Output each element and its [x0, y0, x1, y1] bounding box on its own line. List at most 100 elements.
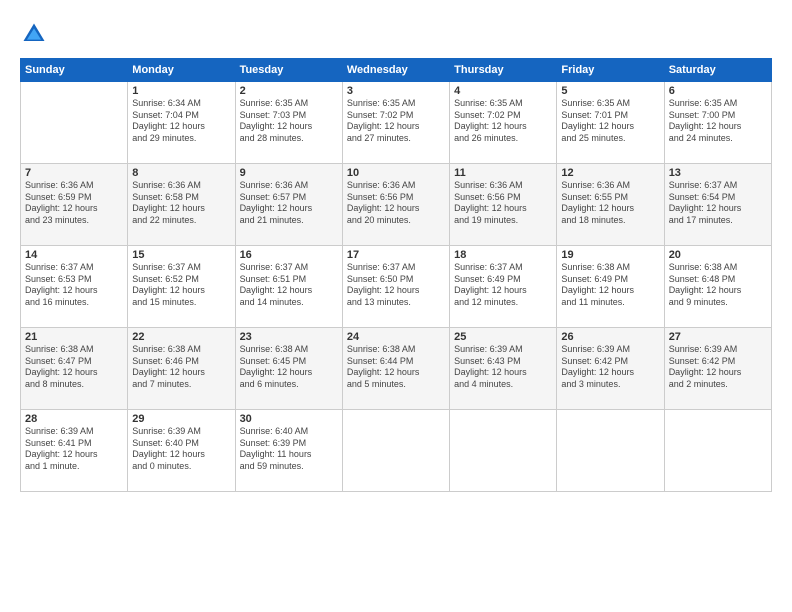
day-header-saturday: Saturday — [664, 59, 771, 82]
day-info: Sunrise: 6:36 AM Sunset: 6:55 PM Dayligh… — [561, 180, 659, 227]
calendar-cell: 28Sunrise: 6:39 AM Sunset: 6:41 PM Dayli… — [21, 410, 128, 492]
day-number: 18 — [454, 249, 552, 261]
day-info: Sunrise: 6:36 AM Sunset: 6:59 PM Dayligh… — [25, 180, 123, 227]
day-number: 9 — [240, 167, 338, 179]
page: SundayMondayTuesdayWednesdayThursdayFrid… — [0, 0, 792, 612]
day-number: 13 — [669, 167, 767, 179]
calendar-cell: 2Sunrise: 6:35 AM Sunset: 7:03 PM Daylig… — [235, 82, 342, 164]
calendar-cell: 22Sunrise: 6:38 AM Sunset: 6:46 PM Dayli… — [128, 328, 235, 410]
calendar-cell: 20Sunrise: 6:38 AM Sunset: 6:48 PM Dayli… — [664, 246, 771, 328]
day-info: Sunrise: 6:39 AM Sunset: 6:40 PM Dayligh… — [132, 426, 230, 473]
calendar-cell: 24Sunrise: 6:38 AM Sunset: 6:44 PM Dayli… — [342, 328, 449, 410]
day-info: Sunrise: 6:38 AM Sunset: 6:48 PM Dayligh… — [669, 262, 767, 309]
day-header-wednesday: Wednesday — [342, 59, 449, 82]
calendar-cell: 1Sunrise: 6:34 AM Sunset: 7:04 PM Daylig… — [128, 82, 235, 164]
day-info: Sunrise: 6:38 AM Sunset: 6:49 PM Dayligh… — [561, 262, 659, 309]
day-number: 26 — [561, 331, 659, 343]
day-info: Sunrise: 6:39 AM Sunset: 6:42 PM Dayligh… — [561, 344, 659, 391]
calendar-cell: 25Sunrise: 6:39 AM Sunset: 6:43 PM Dayli… — [450, 328, 557, 410]
day-info: Sunrise: 6:37 AM Sunset: 6:52 PM Dayligh… — [132, 262, 230, 309]
day-number: 6 — [669, 85, 767, 97]
day-header-sunday: Sunday — [21, 59, 128, 82]
day-info: Sunrise: 6:37 AM Sunset: 6:54 PM Dayligh… — [669, 180, 767, 227]
calendar-cell: 23Sunrise: 6:38 AM Sunset: 6:45 PM Dayli… — [235, 328, 342, 410]
calendar-cell: 26Sunrise: 6:39 AM Sunset: 6:42 PM Dayli… — [557, 328, 664, 410]
calendar-cell: 21Sunrise: 6:38 AM Sunset: 6:47 PM Dayli… — [21, 328, 128, 410]
day-number: 19 — [561, 249, 659, 261]
day-number: 21 — [25, 331, 123, 343]
calendar-cell: 4Sunrise: 6:35 AM Sunset: 7:02 PM Daylig… — [450, 82, 557, 164]
calendar-cell: 11Sunrise: 6:36 AM Sunset: 6:56 PM Dayli… — [450, 164, 557, 246]
day-info: Sunrise: 6:38 AM Sunset: 6:46 PM Dayligh… — [132, 344, 230, 391]
day-header-friday: Friday — [557, 59, 664, 82]
day-info: Sunrise: 6:39 AM Sunset: 6:43 PM Dayligh… — [454, 344, 552, 391]
calendar-cell: 3Sunrise: 6:35 AM Sunset: 7:02 PM Daylig… — [342, 82, 449, 164]
calendar-cell — [450, 410, 557, 492]
day-number: 5 — [561, 85, 659, 97]
day-number: 4 — [454, 85, 552, 97]
day-info: Sunrise: 6:34 AM Sunset: 7:04 PM Dayligh… — [132, 98, 230, 145]
day-info: Sunrise: 6:36 AM Sunset: 6:56 PM Dayligh… — [347, 180, 445, 227]
calendar-week-row: 1Sunrise: 6:34 AM Sunset: 7:04 PM Daylig… — [21, 82, 772, 164]
day-info: Sunrise: 6:35 AM Sunset: 7:00 PM Dayligh… — [669, 98, 767, 145]
day-info: Sunrise: 6:39 AM Sunset: 6:42 PM Dayligh… — [669, 344, 767, 391]
calendar-cell: 17Sunrise: 6:37 AM Sunset: 6:50 PM Dayli… — [342, 246, 449, 328]
day-number: 3 — [347, 85, 445, 97]
day-number: 12 — [561, 167, 659, 179]
day-number: 8 — [132, 167, 230, 179]
day-info: Sunrise: 6:38 AM Sunset: 6:44 PM Dayligh… — [347, 344, 445, 391]
calendar-cell: 30Sunrise: 6:40 AM Sunset: 6:39 PM Dayli… — [235, 410, 342, 492]
calendar-cell — [21, 82, 128, 164]
day-info: Sunrise: 6:35 AM Sunset: 7:01 PM Dayligh… — [561, 98, 659, 145]
day-info: Sunrise: 6:39 AM Sunset: 6:41 PM Dayligh… — [25, 426, 123, 473]
day-number: 7 — [25, 167, 123, 179]
day-info: Sunrise: 6:35 AM Sunset: 7:02 PM Dayligh… — [347, 98, 445, 145]
day-number: 30 — [240, 413, 338, 425]
calendar-cell — [342, 410, 449, 492]
header — [20, 20, 772, 48]
day-number: 28 — [25, 413, 123, 425]
day-info: Sunrise: 6:35 AM Sunset: 7:02 PM Dayligh… — [454, 98, 552, 145]
day-info: Sunrise: 6:37 AM Sunset: 6:50 PM Dayligh… — [347, 262, 445, 309]
day-info: Sunrise: 6:37 AM Sunset: 6:53 PM Dayligh… — [25, 262, 123, 309]
calendar-table: SundayMondayTuesdayWednesdayThursdayFrid… — [20, 58, 772, 492]
calendar-cell: 18Sunrise: 6:37 AM Sunset: 6:49 PM Dayli… — [450, 246, 557, 328]
calendar-cell: 19Sunrise: 6:38 AM Sunset: 6:49 PM Dayli… — [557, 246, 664, 328]
day-info: Sunrise: 6:37 AM Sunset: 6:51 PM Dayligh… — [240, 262, 338, 309]
day-number: 2 — [240, 85, 338, 97]
calendar-week-row: 28Sunrise: 6:39 AM Sunset: 6:41 PM Dayli… — [21, 410, 772, 492]
day-number: 10 — [347, 167, 445, 179]
day-info: Sunrise: 6:36 AM Sunset: 6:57 PM Dayligh… — [240, 180, 338, 227]
day-number: 22 — [132, 331, 230, 343]
day-number: 29 — [132, 413, 230, 425]
day-info: Sunrise: 6:35 AM Sunset: 7:03 PM Dayligh… — [240, 98, 338, 145]
day-number: 15 — [132, 249, 230, 261]
calendar-cell: 7Sunrise: 6:36 AM Sunset: 6:59 PM Daylig… — [21, 164, 128, 246]
calendar-header-row: SundayMondayTuesdayWednesdayThursdayFrid… — [21, 59, 772, 82]
day-number: 1 — [132, 85, 230, 97]
calendar-cell: 6Sunrise: 6:35 AM Sunset: 7:00 PM Daylig… — [664, 82, 771, 164]
calendar-cell: 5Sunrise: 6:35 AM Sunset: 7:01 PM Daylig… — [557, 82, 664, 164]
day-number: 14 — [25, 249, 123, 261]
calendar-cell: 13Sunrise: 6:37 AM Sunset: 6:54 PM Dayli… — [664, 164, 771, 246]
calendar-week-row: 21Sunrise: 6:38 AM Sunset: 6:47 PM Dayli… — [21, 328, 772, 410]
day-header-tuesday: Tuesday — [235, 59, 342, 82]
day-number: 24 — [347, 331, 445, 343]
day-info: Sunrise: 6:36 AM Sunset: 6:58 PM Dayligh… — [132, 180, 230, 227]
logo — [20, 20, 52, 48]
day-header-thursday: Thursday — [450, 59, 557, 82]
calendar-cell: 10Sunrise: 6:36 AM Sunset: 6:56 PM Dayli… — [342, 164, 449, 246]
day-number: 23 — [240, 331, 338, 343]
day-number: 11 — [454, 167, 552, 179]
day-number: 16 — [240, 249, 338, 261]
day-info: Sunrise: 6:38 AM Sunset: 6:47 PM Dayligh… — [25, 344, 123, 391]
calendar-cell: 8Sunrise: 6:36 AM Sunset: 6:58 PM Daylig… — [128, 164, 235, 246]
day-number: 20 — [669, 249, 767, 261]
day-number: 27 — [669, 331, 767, 343]
calendar-cell: 9Sunrise: 6:36 AM Sunset: 6:57 PM Daylig… — [235, 164, 342, 246]
calendar-cell — [664, 410, 771, 492]
day-info: Sunrise: 6:36 AM Sunset: 6:56 PM Dayligh… — [454, 180, 552, 227]
day-number: 17 — [347, 249, 445, 261]
calendar-week-row: 14Sunrise: 6:37 AM Sunset: 6:53 PM Dayli… — [21, 246, 772, 328]
calendar-cell — [557, 410, 664, 492]
